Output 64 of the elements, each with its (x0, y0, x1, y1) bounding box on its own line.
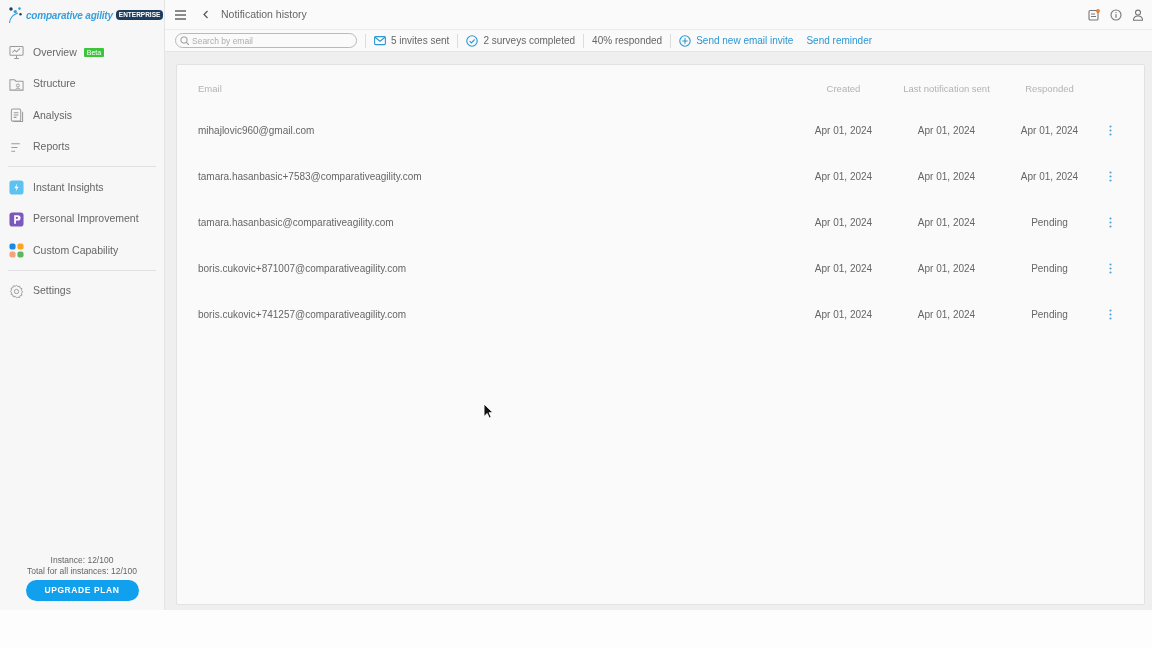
sidebar-item[interactable]: Personal Improvement (0, 203, 164, 235)
sidebar-item[interactable]: Analysis (0, 100, 164, 132)
search-field[interactable]: Search by email (175, 33, 357, 48)
created-date: Apr 01, 2024 (814, 169, 873, 184)
settings-icon[interactable] (9, 283, 24, 299)
dots-grid-icon[interactable] (9, 243, 24, 259)
column-header: Last notification sent (903, 81, 990, 96)
response-value: Pending (1031, 261, 1068, 276)
sent-date: Apr 01, 2024 (917, 215, 976, 230)
tile-icon[interactable] (9, 211, 24, 227)
user-icon[interactable] (1132, 8, 1144, 21)
stat-text: 40% responded (592, 34, 663, 48)
info-icon[interactable] (1110, 8, 1122, 21)
mail-icon (374, 34, 386, 47)
created-date: Apr 01, 2024 (814, 123, 873, 138)
sent-date: Apr 01, 2024 (917, 261, 976, 276)
monitor-icon[interactable] (9, 45, 24, 61)
page-title: Notification history (221, 6, 307, 22)
mouse-cursor-icon (483, 403, 494, 420)
email-address: tamara.hasanbasic+7583@comparativeagility.com (198, 169, 422, 184)
response-value: Pending (1031, 215, 1068, 230)
sidebar-item[interactable]: Structure (0, 68, 164, 100)
sidebar-item[interactable]: Settings (0, 275, 164, 307)
more-options-icon[interactable] (1108, 308, 1112, 320)
lightning-icon[interactable] (9, 180, 24, 196)
usage-text: Instance: 12/100 (49, 555, 115, 566)
column-header: Responded (1025, 81, 1074, 96)
created-date: Apr 01, 2024 (814, 307, 873, 322)
response-value: Apr 01, 2024 (1020, 169, 1079, 184)
more-options-icon[interactable] (1108, 124, 1112, 136)
sent-date: Apr 01, 2024 (917, 169, 976, 184)
action-link[interactable]: Send new email invite (679, 33, 794, 48)
email-address: boris.cukovic+741257@comparativeagility.com (198, 307, 407, 322)
stat-text: 2 surveys completed (483, 34, 576, 48)
stat-text: 5 invites sent (391, 34, 450, 48)
back-icon[interactable] (203, 10, 209, 19)
sent-date: Apr 01, 2024 (917, 307, 976, 322)
email-address: mihajlovic960@gmail.com (198, 123, 315, 138)
plus-circle-icon[interactable] (679, 34, 692, 47)
logo-icon (7, 6, 23, 24)
sidebar-item[interactable]: Reports (0, 131, 164, 163)
column-header: Email (198, 81, 222, 96)
more-options-icon[interactable] (1108, 170, 1112, 182)
search-icon (180, 36, 189, 45)
created-date: Apr 01, 2024 (814, 261, 873, 276)
document-icon[interactable] (9, 108, 24, 124)
email-address: boris.cukovic+871007@comparativeagility.com (198, 261, 407, 276)
notes-icon[interactable] (1088, 8, 1100, 21)
check-circle-icon (466, 34, 479, 47)
response-value: Pending (1031, 307, 1068, 322)
usage-text: Total for all instances: 12/100 (25, 566, 139, 577)
column-header: Created (826, 81, 861, 96)
sidebar-item[interactable]: Instant Insights (0, 172, 164, 204)
brand-name: comparative agility (26, 8, 113, 23)
sidebar-item[interactable]: Custom Capability (0, 235, 164, 267)
more-options-icon[interactable] (1108, 262, 1112, 274)
sent-date: Apr 01, 2024 (917, 123, 976, 138)
menu-icon[interactable] (175, 9, 186, 20)
email-address: tamara.hasanbasic@comparativeagility.com (198, 215, 394, 230)
response-value: Apr 01, 2024 (1020, 123, 1079, 138)
created-date: Apr 01, 2024 (814, 215, 873, 230)
folder-icon[interactable] (9, 76, 24, 92)
more-options-icon[interactable] (1108, 216, 1112, 228)
action-link[interactable]: Send reminder (806, 33, 873, 48)
